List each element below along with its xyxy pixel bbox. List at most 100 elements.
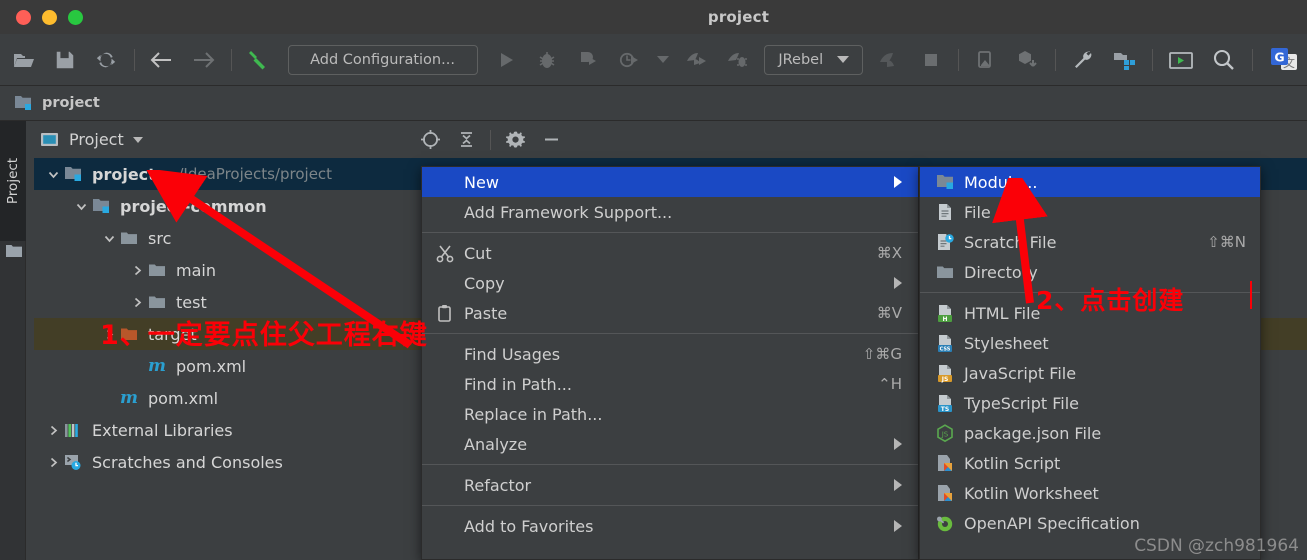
submenu-item-stylesheet[interactable]: CSSStylesheet — [920, 328, 1260, 358]
project-structure-icon[interactable] — [1104, 34, 1145, 86]
menu-item-replace-in-path[interactable]: Replace in Path... — [422, 399, 918, 429]
new-submenu[interactable]: Module...FileScratch File⇧⌘N Directory HHT… — [919, 166, 1261, 560]
submenu-item-kotlin-script[interactable]: Kotlin Script — [920, 448, 1260, 478]
terminal-icon[interactable] — [1160, 34, 1203, 86]
submenu-item-file[interactable]: File — [920, 197, 1260, 227]
jrebel-debug-icon[interactable] — [717, 34, 758, 86]
svg-text:G: G — [1274, 49, 1284, 64]
menu-item-shortcut: ⌘X — [877, 244, 902, 262]
menu-item-label: Add to Favorites — [464, 517, 593, 536]
context-menu[interactable]: New Add Framework Support... Cut⌘XCopyPast… — [421, 166, 919, 560]
menu-item-copy[interactable]: Copy — [422, 268, 918, 298]
add-configuration-button[interactable]: Add Configuration... — [288, 45, 478, 75]
menu-item-find-usages[interactable]: Find Usages ⇧⌘G — [422, 339, 918, 369]
menu-item-add-framework-support[interactable]: Add Framework Support... — [422, 197, 918, 227]
chevron-right-icon[interactable] — [126, 296, 148, 309]
menu-item-analyze[interactable]: Analyze — [422, 429, 918, 459]
project-view-icon — [40, 131, 60, 149]
submenu-item-label: Directory — [964, 263, 1038, 282]
chevron-right-icon — [894, 479, 902, 491]
svg-text:TS: TS — [940, 405, 948, 412]
dropdown-caret-icon[interactable] — [649, 34, 676, 86]
search-everywhere-icon[interactable] — [1203, 34, 1246, 86]
submenu-separator — [920, 292, 1260, 293]
menu-item-label: Find Usages — [464, 345, 560, 364]
back-arrow-icon[interactable] — [142, 34, 183, 86]
folder-icon[interactable] — [5, 243, 23, 263]
locate-target-icon[interactable] — [412, 121, 448, 158]
chevron-right-icon[interactable] — [98, 328, 120, 341]
jrebel-selector[interactable]: JRebel — [764, 45, 863, 75]
menu-item-label: Add Framework Support... — [464, 203, 672, 222]
chevron-down-icon[interactable] — [42, 168, 64, 181]
menu-item-find-in-path[interactable]: Find in Path...⌃H — [422, 369, 918, 399]
html-file-icon: H — [934, 302, 956, 324]
tree-row-label: project-common — [120, 197, 267, 216]
module-folder-icon — [92, 197, 118, 215]
sidebar-item-project[interactable]: Project — [0, 121, 26, 241]
profile-icon[interactable] — [608, 34, 649, 86]
submenu-item-typescript-file[interactable]: TSTypeScript File — [920, 388, 1260, 418]
settings-wrench-icon[interactable] — [1063, 34, 1104, 86]
tree-row-label: project — [92, 165, 156, 184]
tree-row-label: test — [176, 293, 207, 312]
submenu-item-module[interactable]: Module... — [920, 167, 1260, 197]
stop-icon[interactable] — [910, 34, 951, 86]
forward-arrow-icon[interactable] — [183, 34, 224, 86]
jrebel-extra-icon[interactable] — [869, 34, 910, 86]
window-title: project — [0, 8, 1307, 26]
chevron-down-icon — [133, 137, 143, 143]
save-all-icon[interactable] — [45, 34, 86, 86]
scratches-icon — [64, 453, 90, 471]
folder-icon — [934, 261, 956, 283]
google-translate-icon[interactable]: 文 G — [1260, 34, 1307, 86]
sdk-download-icon[interactable] — [1007, 34, 1048, 86]
tree-row-label: target — [148, 325, 197, 344]
submenu-item-label: Kotlin Worksheet — [964, 484, 1099, 503]
watermark: CSDN @zch981964 — [1134, 536, 1299, 556]
menu-item-refactor[interactable]: Refactor — [422, 470, 918, 500]
jrebel-run-icon[interactable] — [677, 34, 718, 86]
debug-icon[interactable] — [526, 34, 567, 86]
chevron-down-icon[interactable] — [70, 200, 92, 213]
tree-row-label: src — [148, 229, 171, 248]
chevron-right-icon[interactable] — [42, 424, 64, 437]
submenu-item-label: package.json File — [964, 424, 1101, 443]
chevron-right-icon[interactable] — [126, 264, 148, 277]
menu-item-shortcut: ⇧⌘G — [863, 345, 902, 363]
submenu-item-openapi-specification[interactable]: OpenAPI Specification — [920, 508, 1260, 538]
kotlin-script-icon — [934, 452, 956, 474]
menu-separator — [422, 333, 918, 334]
chevron-down-icon[interactable] — [98, 232, 120, 245]
sync-icon[interactable] — [86, 34, 127, 86]
submenu-item-directory[interactable]: Directory — [920, 257, 1260, 287]
submenu-item-kotlin-worksheet[interactable]: Kotlin Worksheet — [920, 478, 1260, 508]
jrebel-label: JRebel — [778, 52, 823, 68]
submenu-item-html-file[interactable]: HHTML File — [920, 298, 1260, 328]
menu-item-new[interactable]: New — [422, 167, 918, 197]
submenu-item-package-json-file[interactable]: JSpackage.json File — [920, 418, 1260, 448]
project-toolwindow-title: Project — [69, 130, 124, 149]
submenu-item-scratch-file[interactable]: Scratch File⇧⌘N — [920, 227, 1260, 257]
settings-gear-icon[interactable] — [497, 121, 533, 158]
folder-icon — [120, 230, 146, 247]
hide-minimize-icon[interactable] — [533, 121, 569, 158]
menu-item-paste[interactable]: Paste⌘V — [422, 298, 918, 328]
run-icon[interactable] — [486, 34, 527, 86]
chevron-right-icon[interactable] — [42, 456, 64, 469]
submenu-item-javascript-file[interactable]: JSJavaScript File — [920, 358, 1260, 388]
device-manager-icon[interactable] — [966, 34, 1007, 86]
menu-item-label: Find in Path... — [464, 375, 572, 394]
toolwindow-separator — [490, 130, 491, 150]
submenu-item-label: JavaScript File — [964, 364, 1076, 383]
scratch-file-icon — [934, 231, 956, 253]
menu-item-add-to-favorites[interactable]: Add to Favorites — [422, 511, 918, 541]
project-view-selector[interactable]: Project — [40, 130, 143, 149]
menu-item-cut[interactable]: Cut⌘X — [422, 238, 918, 268]
build-hammer-icon[interactable] — [239, 34, 280, 86]
run-coverage-icon[interactable] — [567, 34, 608, 86]
toolbar-separator — [1055, 49, 1056, 71]
open-folder-icon[interactable] — [4, 34, 45, 86]
collapse-all-icon[interactable] — [448, 121, 484, 158]
navigation-bar[interactable]: project — [0, 86, 1307, 121]
